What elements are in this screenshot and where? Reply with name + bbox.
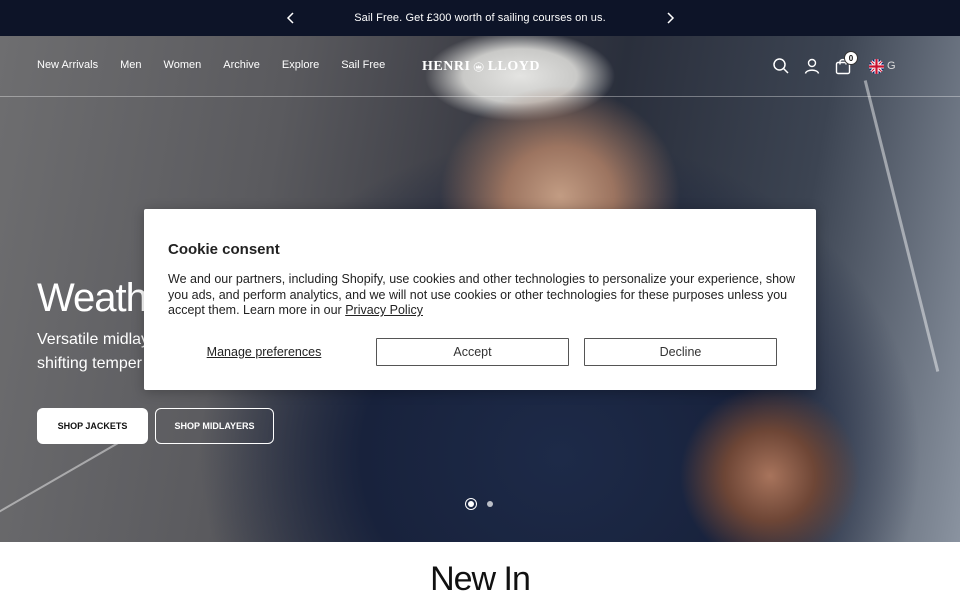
crown-crest-icon bbox=[474, 62, 484, 72]
hero-title: Weath bbox=[37, 276, 148, 320]
section-title: New In bbox=[430, 560, 531, 598]
cookie-body: We and our partners, including Shopify, … bbox=[168, 272, 796, 319]
accept-button[interactable]: Accept bbox=[376, 338, 569, 366]
cart-count-badge: 0 bbox=[844, 51, 858, 65]
rigging-line bbox=[863, 80, 940, 372]
site-header: New Arrivals Men Women Archive Explore S… bbox=[0, 36, 960, 97]
search-icon[interactable] bbox=[772, 57, 790, 75]
decline-button[interactable]: Decline bbox=[584, 338, 777, 366]
shop-midlayers-button[interactable]: SHOP MIDLAYERS bbox=[155, 408, 274, 444]
slide-dot-fill bbox=[468, 501, 474, 507]
logo-text-left: HENRI bbox=[422, 59, 471, 74]
cookie-consent-dialog: Cookie consent We and our partners, incl… bbox=[144, 209, 816, 390]
manage-preferences-link[interactable]: Manage preferences bbox=[184, 339, 344, 365]
header-actions: 0 G bbox=[772, 51, 896, 75]
cookie-body-text: We and our partners, including Shopify, … bbox=[168, 272, 795, 317]
cart-button[interactable]: 0 bbox=[834, 51, 858, 75]
privacy-policy-link[interactable]: Privacy Policy bbox=[345, 303, 423, 317]
country-code: G bbox=[887, 60, 896, 72]
logo-text-right: LLOYD bbox=[487, 59, 540, 74]
slide-pagination bbox=[465, 498, 493, 510]
cookie-title: Cookie consent bbox=[168, 241, 280, 258]
nav-sail-free[interactable]: Sail Free bbox=[341, 59, 385, 71]
uk-flag-icon bbox=[869, 58, 884, 74]
nav-explore[interactable]: Explore bbox=[282, 59, 319, 71]
nav-archive[interactable]: Archive bbox=[223, 59, 260, 71]
rigging-line bbox=[0, 435, 131, 517]
account-icon[interactable] bbox=[803, 57, 821, 75]
main-nav: New Arrivals Men Women Archive Explore S… bbox=[37, 59, 407, 71]
announcement-text[interactable]: Sail Free. Get £300 worth of sailing cou… bbox=[354, 12, 606, 24]
country-selector[interactable]: G bbox=[869, 58, 896, 74]
slide-dot-active[interactable] bbox=[465, 498, 477, 510]
chevron-right-icon[interactable] bbox=[662, 10, 678, 26]
slide-dot[interactable] bbox=[487, 501, 493, 507]
nav-men[interactable]: Men bbox=[120, 59, 141, 71]
shop-jackets-button[interactable]: SHOP JACKETS bbox=[37, 408, 148, 444]
brand-logo[interactable]: HENRI LLOYD bbox=[422, 56, 540, 78]
chevron-left-icon[interactable] bbox=[283, 10, 299, 26]
nav-new-arrivals[interactable]: New Arrivals bbox=[37, 59, 98, 71]
announcement-bar: Sail Free. Get £300 worth of sailing cou… bbox=[0, 0, 960, 36]
nav-women[interactable]: Women bbox=[164, 59, 202, 71]
